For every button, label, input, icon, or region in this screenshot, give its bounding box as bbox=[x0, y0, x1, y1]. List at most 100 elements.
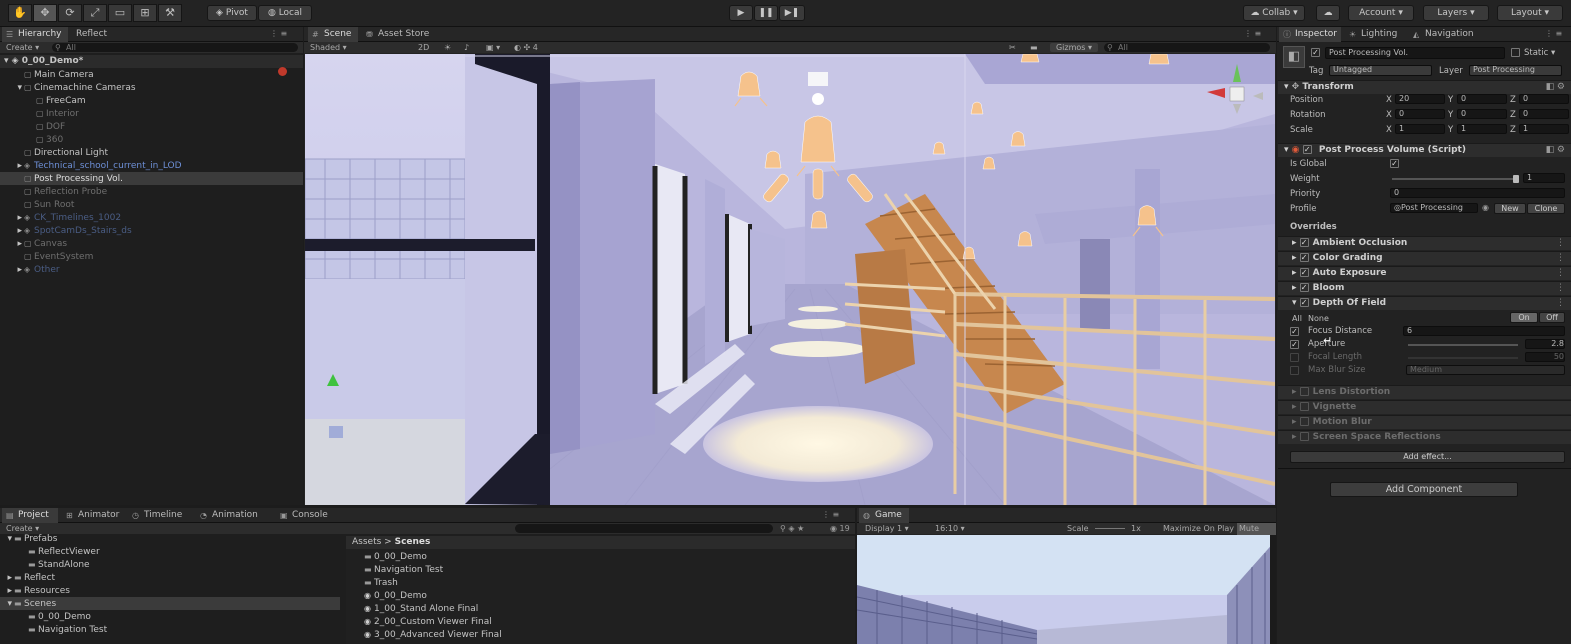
panel-menu-icon[interactable]: ⋮ ≡ bbox=[1244, 29, 1261, 38]
hierarchy-item[interactable]: ▢ Post Processing Vol. bbox=[0, 172, 303, 185]
profile-field[interactable]: ◎Post Processing bbox=[1390, 203, 1478, 213]
tab-animator[interactable]: ⊞ Animator bbox=[62, 508, 126, 523]
add-effect-button[interactable]: Add effect... bbox=[1290, 451, 1565, 463]
breadcrumb-root[interactable]: Assets bbox=[352, 537, 381, 547]
add-component-button[interactable]: Add Component bbox=[1330, 482, 1518, 497]
scene-search-input[interactable]: ⚲ All bbox=[1104, 43, 1270, 52]
project-tree-item[interactable]: ▬ Navigation Test bbox=[0, 623, 340, 636]
clone-profile-button[interactable]: Clone bbox=[1527, 203, 1565, 214]
collab-dropdown[interactable]: ☁ Collab ▾ bbox=[1243, 5, 1305, 21]
hierarchy-item[interactable]: ▢ FreeCam bbox=[0, 94, 303, 107]
is-global-checkbox[interactable]: ✓ bbox=[1390, 158, 1403, 169]
transform-x-input[interactable]: 1 bbox=[1395, 124, 1445, 134]
tab-inspector[interactable]: ⓘ Inspector bbox=[1279, 27, 1341, 42]
param-override-checkbox[interactable] bbox=[1290, 366, 1299, 375]
gizmos-dropdown[interactable]: Gizmos ▾ bbox=[1050, 43, 1098, 52]
aspect-dropdown[interactable]: 16:10 ▾ bbox=[935, 523, 965, 534]
hierarchy-search-input[interactable]: ⚲ All bbox=[52, 43, 298, 52]
effects-icon[interactable]: ▣ ▾ bbox=[486, 42, 500, 53]
disabled-effect-header[interactable]: ▸ Lens Distortion bbox=[1278, 385, 1571, 399]
tab-reflect[interactable]: Reflect bbox=[68, 27, 118, 42]
tab-asset-store[interactable]: ⛃ Asset Store bbox=[362, 27, 442, 42]
create-dropdown[interactable]: Create ▾ bbox=[6, 42, 39, 53]
effect-enabled-checkbox[interactable] bbox=[1299, 387, 1309, 396]
asset-item[interactable]: ▬ Trash bbox=[346, 576, 855, 589]
panel-menu-icon[interactable]: ⋮ ≡ bbox=[1545, 29, 1562, 38]
dof-param-slider[interactable] bbox=[1408, 357, 1518, 359]
effect-enabled-checkbox[interactable]: ✓ bbox=[1299, 253, 1309, 262]
transform-y-input[interactable]: 1 bbox=[1457, 124, 1507, 134]
hierarchy-item[interactable]: ▾ ▢ Cinemachine Cameras bbox=[0, 81, 303, 94]
panel-menu-icon[interactable]: ⋮ ≡ bbox=[822, 510, 839, 519]
project-tree-item[interactable]: ▾ ▬ Scenes bbox=[0, 597, 340, 610]
pivot-toggle[interactable]: ◈ Pivot bbox=[207, 5, 257, 21]
dof-param-value[interactable]: 6 bbox=[1403, 326, 1565, 336]
effect-menu-icon[interactable]: ⋮ bbox=[1556, 267, 1565, 280]
shading-mode-dropdown[interactable]: Shaded ▾ bbox=[310, 42, 347, 53]
active-checkbox[interactable]: ✓ bbox=[1311, 47, 1324, 58]
effect-menu-icon[interactable]: ⋮ bbox=[1556, 237, 1565, 250]
hierarchy-item[interactable]: ▢ Directional Light bbox=[0, 146, 303, 159]
effect-header[interactable]: ▸ ✓ Auto Exposure ⋮ bbox=[1278, 266, 1571, 280]
hierarchy-item[interactable]: ▢ DOF bbox=[0, 120, 303, 133]
tab-scene[interactable]: # Scene bbox=[308, 27, 358, 42]
asset-item[interactable]: ◉ 2_00_Custom Viewer Final bbox=[346, 615, 855, 628]
effect-header[interactable]: ▸ ✓ Color Grading ⋮ bbox=[1278, 251, 1571, 265]
transform-header[interactable]: ▾ ✥ Transform ◧ ⚙ bbox=[1278, 80, 1571, 94]
hierarchy-item[interactable]: ▢ 360 bbox=[0, 133, 303, 146]
hierarchy-item[interactable]: ▢ EventSystem bbox=[0, 250, 303, 263]
tab-lighting[interactable]: ☀ Lighting bbox=[1345, 27, 1405, 42]
scene-viewport[interactable] bbox=[305, 54, 1275, 505]
asset-item[interactable]: ◉ 3_00_Advanced Viewer Final bbox=[346, 628, 855, 641]
disabled-effect-header[interactable]: ▸ Screen Space Reflections bbox=[1278, 430, 1571, 444]
effect-header[interactable]: ▸ ✓ Ambient Occlusion ⋮ bbox=[1278, 236, 1571, 250]
dof-all-toggle[interactable]: All bbox=[1292, 314, 1302, 323]
step-button[interactable]: ▶❚ bbox=[779, 5, 805, 21]
weight-slider-thumb[interactable] bbox=[1513, 175, 1519, 183]
effect-header[interactable]: ▸ ✓ Bloom ⋮ bbox=[1278, 281, 1571, 295]
asset-item[interactable]: ◉ 1_00_Stand Alone Final bbox=[346, 602, 855, 615]
tab-navigation[interactable]: ◭ Navigation bbox=[1409, 27, 1485, 42]
transform-z-input[interactable]: 0 bbox=[1519, 94, 1569, 104]
pause-button[interactable]: ❚❚ bbox=[754, 5, 778, 21]
local-toggle[interactable]: ◍ Local bbox=[258, 5, 312, 21]
param-override-checkbox[interactable]: ✓ bbox=[1290, 340, 1299, 349]
tab-project[interactable]: ▤ Project bbox=[2, 508, 58, 523]
audio-icon[interactable]: ♪ bbox=[464, 42, 469, 53]
project-tree-item[interactable]: ▸ ▬ Reflect bbox=[0, 571, 340, 584]
hierarchy-item[interactable]: ▢ Interior bbox=[0, 107, 303, 120]
filter-icons[interactable]: ⚲ ◈ ★ bbox=[780, 523, 804, 534]
ppv-header[interactable]: ▾ ◉ ✓ Post Process Volume (Script) ◧ ⚙ bbox=[1278, 143, 1571, 157]
param-override-checkbox[interactable] bbox=[1290, 353, 1299, 362]
transform-z-input[interactable]: 1 bbox=[1519, 124, 1569, 134]
display-dropdown[interactable]: Display 1 ▾ bbox=[865, 523, 909, 534]
hidden-objects-icon[interactable]: ◐ ✣ 4 bbox=[514, 42, 538, 53]
tab-console[interactable]: ▣ Console bbox=[276, 508, 340, 523]
effect-enabled-checkbox[interactable] bbox=[1299, 432, 1309, 441]
layer-dropdown[interactable]: Post Processing bbox=[1469, 65, 1562, 76]
transform-y-input[interactable]: 0 bbox=[1457, 109, 1507, 119]
hierarchy-item[interactable]: ▸ ◈ Technical_school_current_in_LOD bbox=[0, 159, 303, 172]
effect-enabled-checkbox[interactable] bbox=[1299, 417, 1309, 426]
tab-hierarchy[interactable]: ☰ Hierarchy bbox=[2, 27, 68, 42]
effect-menu-icon[interactable]: ⋮ bbox=[1556, 252, 1565, 265]
new-profile-button[interactable]: New bbox=[1494, 203, 1526, 214]
asset-item[interactable]: ◉ 0_00_Demo bbox=[346, 589, 855, 602]
param-override-checkbox[interactable]: ✓ bbox=[1290, 327, 1299, 336]
camera-icon[interactable]: ▬ bbox=[1030, 42, 1038, 53]
move-tool-icon[interactable]: ✥ bbox=[33, 4, 57, 22]
dof-param-value[interactable]: Medium bbox=[1406, 365, 1565, 375]
effect-menu-icon[interactable]: ⋮ bbox=[1556, 297, 1565, 310]
dof-param-value[interactable]: 50 bbox=[1525, 352, 1565, 362]
project-tree-item[interactable]: ▬ ReflectViewer bbox=[0, 545, 340, 558]
dof-none-toggle[interactable]: None bbox=[1308, 314, 1329, 323]
hierarchy-item[interactable]: ▸ ▢ Canvas bbox=[0, 237, 303, 250]
game-viewport[interactable] bbox=[857, 535, 1276, 644]
breadcrumb-current[interactable]: Scenes bbox=[395, 537, 431, 547]
asset-item[interactable]: ▬ Navigation Test bbox=[346, 563, 855, 576]
dof-param-slider[interactable] bbox=[1408, 344, 1518, 346]
transform-tool-icon[interactable]: ⊞ bbox=[133, 4, 157, 22]
disabled-effect-header[interactable]: ▸ Vignette bbox=[1278, 400, 1571, 414]
priority-input[interactable]: 0 bbox=[1390, 188, 1565, 198]
object-name-input[interactable]: Post Processing Vol. bbox=[1325, 47, 1505, 59]
